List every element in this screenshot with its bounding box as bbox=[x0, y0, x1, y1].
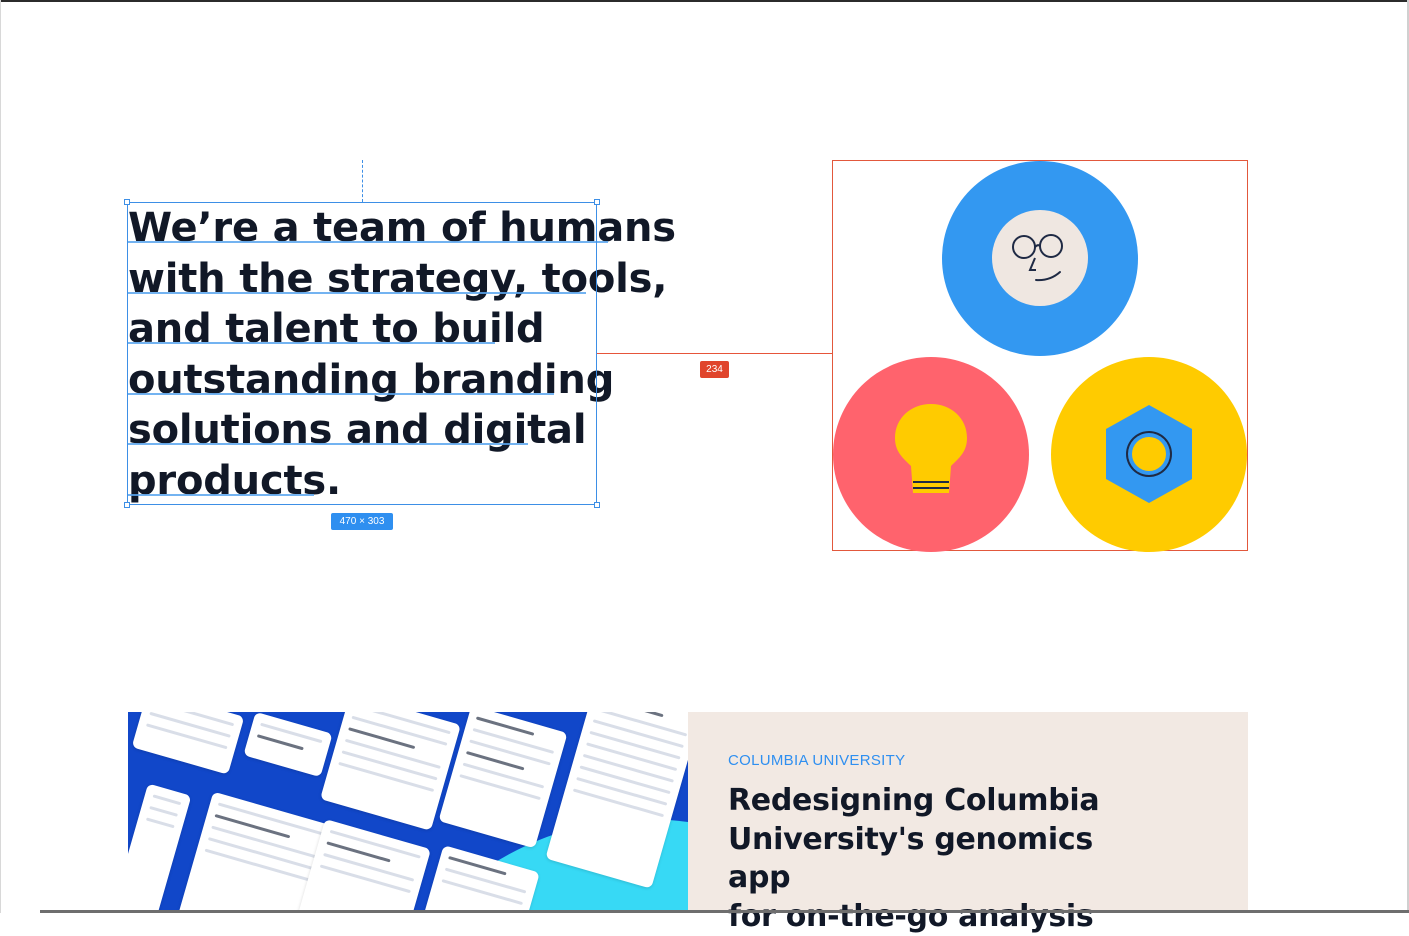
hex-nut-icon bbox=[1104, 403, 1194, 505]
case-study-title-line: for on-the-go analysis bbox=[728, 898, 1148, 936]
case-study-title-line: University's genomics app bbox=[728, 821, 1148, 898]
window-left-border bbox=[0, 0, 1, 913]
spacing-measure-badge: 234 bbox=[700, 361, 729, 378]
spacing-measure-line bbox=[597, 353, 832, 354]
face-icon bbox=[990, 208, 1090, 308]
case-study-image[interactable] bbox=[128, 712, 688, 913]
spacing-guide-top bbox=[362, 160, 363, 202]
resize-handle-top-left[interactable] bbox=[124, 199, 130, 205]
resize-handle-bottom-left[interactable] bbox=[124, 502, 130, 508]
resize-handle-top-right[interactable] bbox=[594, 199, 600, 205]
selection-box[interactable] bbox=[127, 202, 597, 505]
lightbulb-icon bbox=[891, 400, 971, 500]
resize-handle-bottom-right[interactable] bbox=[594, 502, 600, 508]
window-top-border bbox=[0, 0, 1409, 2]
case-study-info[interactable]: COLUMBIA UNIVERSITY Redesigning Columbia… bbox=[688, 712, 1248, 913]
case-study-client: COLUMBIA UNIVERSITY bbox=[728, 752, 905, 769]
selection-size-badge: 470 × 303 bbox=[331, 513, 393, 530]
case-study-title-line: Redesigning Columbia bbox=[728, 782, 1148, 821]
